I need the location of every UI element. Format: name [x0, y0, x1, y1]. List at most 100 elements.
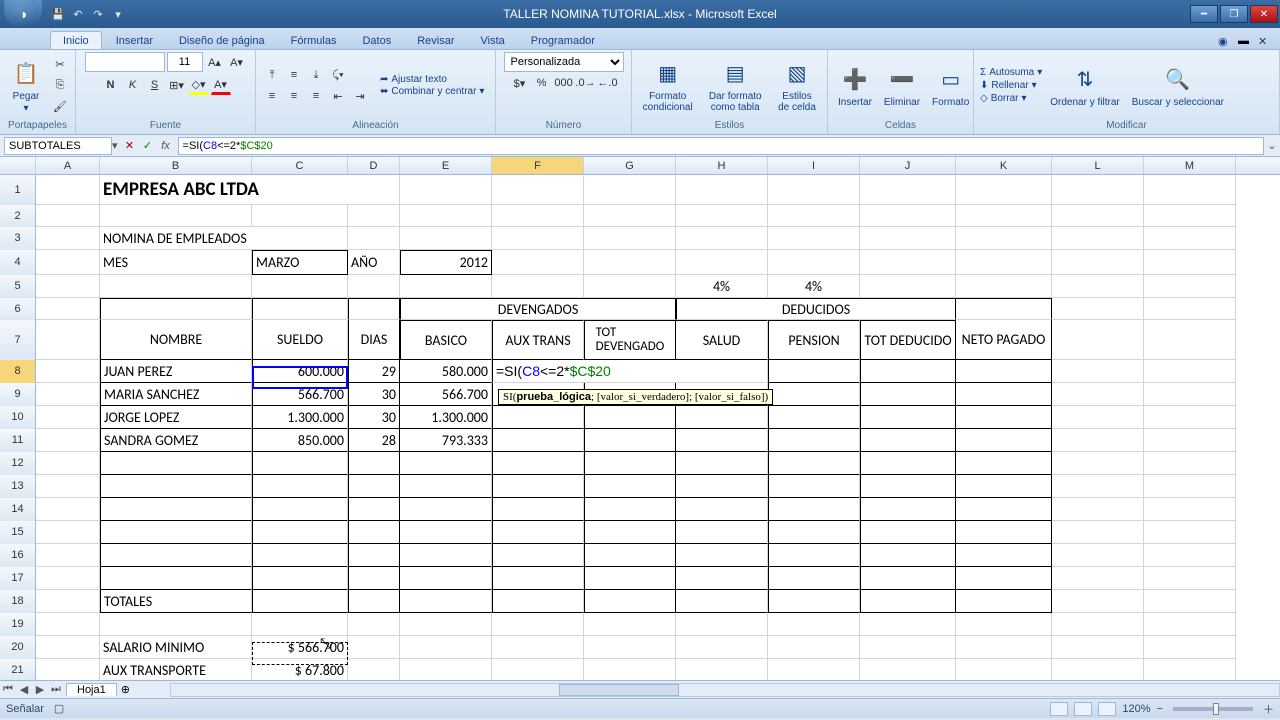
- cell[interactable]: [36, 636, 100, 659]
- cell[interactable]: [676, 521, 768, 544]
- cell[interactable]: [768, 636, 860, 659]
- cell[interactable]: [860, 590, 956, 613]
- cell[interactable]: [676, 567, 768, 590]
- cell[interactable]: [860, 275, 956, 298]
- normal-view-icon[interactable]: [1050, 702, 1068, 716]
- cell[interactable]: [348, 475, 400, 498]
- tab-diseno[interactable]: Diseño de página: [167, 32, 277, 49]
- row-header[interactable]: 12: [0, 452, 36, 475]
- cell[interactable]: [956, 659, 1052, 680]
- cell[interactable]: [676, 452, 768, 475]
- cell[interactable]: [1144, 406, 1236, 429]
- col-I[interactable]: I: [768, 157, 860, 174]
- cell[interactable]: [36, 613, 100, 636]
- row-header[interactable]: 15: [0, 521, 36, 544]
- cell[interactable]: [1052, 498, 1144, 521]
- close-workbook-icon[interactable]: ✕: [1258, 35, 1272, 49]
- cell[interactable]: [768, 544, 860, 567]
- fx-icon[interactable]: fx: [158, 138, 174, 154]
- format-cells-button[interactable]: ▭Formato: [928, 62, 973, 110]
- cell[interactable]: [584, 544, 676, 567]
- cell[interactable]: [348, 544, 400, 567]
- cell[interactable]: [956, 250, 1052, 275]
- cell[interactable]: $ 67.800: [252, 659, 348, 680]
- font-combo[interactable]: [85, 52, 165, 72]
- cell[interactable]: [584, 205, 676, 227]
- row-header[interactable]: 4: [0, 250, 36, 275]
- col-L[interactable]: L: [1052, 157, 1144, 174]
- cell[interactable]: [768, 521, 860, 544]
- cell[interactable]: [400, 475, 492, 498]
- col-D[interactable]: D: [348, 157, 400, 174]
- cell[interactable]: [492, 659, 584, 680]
- cell[interactable]: [348, 275, 400, 298]
- align-bottom-icon[interactable]: ⤓: [306, 65, 326, 85]
- cell[interactable]: [252, 544, 348, 567]
- row-header[interactable]: 1: [0, 175, 36, 205]
- cell[interactable]: [36, 590, 100, 613]
- cell[interactable]: [36, 360, 100, 383]
- page-layout-view-icon[interactable]: [1074, 702, 1092, 716]
- cell[interactable]: [100, 613, 252, 636]
- row-header[interactable]: 16: [0, 544, 36, 567]
- formula-input[interactable]: =SI(C8<=2*$C$20: [178, 137, 1264, 155]
- cell[interactable]: [1144, 544, 1236, 567]
- cell[interactable]: 566.700: [400, 383, 492, 406]
- cell[interactable]: [1052, 521, 1144, 544]
- clear-button[interactable]: ◇ Borrar ▾: [980, 93, 1042, 104]
- col-H[interactable]: H: [676, 157, 768, 174]
- cell[interactable]: $ 566.700: [252, 636, 348, 659]
- cell[interactable]: [400, 521, 492, 544]
- cell[interactable]: [676, 544, 768, 567]
- cell[interactable]: JORGE LOPEZ: [100, 406, 252, 429]
- cell[interactable]: [676, 205, 768, 227]
- cell[interactable]: [676, 250, 768, 275]
- cell[interactable]: [860, 429, 956, 452]
- zoom-level[interactable]: 120%: [1122, 703, 1150, 715]
- cell[interactable]: [1144, 452, 1236, 475]
- page-break-view-icon[interactable]: [1098, 702, 1116, 716]
- insert-cells-button[interactable]: ➕Insertar: [834, 62, 876, 110]
- cell[interactable]: [400, 567, 492, 590]
- worksheet-grid[interactable]: A B C D E F G H I J K L M 1EMPRESA ABC L…: [0, 157, 1280, 680]
- col-M[interactable]: M: [1144, 157, 1236, 174]
- cell[interactable]: 1.300.000: [400, 406, 492, 429]
- cell[interactable]: [1052, 250, 1144, 275]
- tab-revisar[interactable]: Revisar: [405, 32, 466, 49]
- col-K[interactable]: K: [956, 157, 1052, 174]
- zoom-slider[interactable]: [1173, 707, 1253, 711]
- qat-dropdown-icon[interactable]: ▾: [110, 6, 126, 22]
- cell[interactable]: [400, 498, 492, 521]
- cell[interactable]: [1144, 475, 1236, 498]
- cell[interactable]: [584, 429, 676, 452]
- cell[interactable]: [348, 567, 400, 590]
- cell[interactable]: [676, 590, 768, 613]
- cell[interactable]: [768, 360, 860, 383]
- cell[interactable]: 4%: [676, 275, 768, 298]
- cell[interactable]: [492, 452, 584, 475]
- cell[interactable]: SALARIO MINIMO: [100, 636, 252, 659]
- cell[interactable]: [860, 613, 956, 636]
- cell[interactable]: [860, 498, 956, 521]
- cell[interactable]: [36, 452, 100, 475]
- cell[interactable]: [1144, 659, 1236, 680]
- sheet-tab-hoja1[interactable]: Hoja1: [66, 683, 117, 696]
- cell[interactable]: [100, 475, 252, 498]
- cell[interactable]: [1052, 275, 1144, 298]
- cell[interactable]: [252, 590, 348, 613]
- increase-indent-icon[interactable]: ⇥: [350, 86, 370, 106]
- cell[interactable]: [1144, 590, 1236, 613]
- cell[interactable]: [1052, 544, 1144, 567]
- cell[interactable]: [348, 498, 400, 521]
- cell[interactable]: [768, 205, 860, 227]
- row-header[interactable]: 17: [0, 567, 36, 590]
- cell[interactable]: [584, 590, 676, 613]
- align-right-icon[interactable]: ≡: [306, 86, 326, 106]
- cell-styles-button[interactable]: ▧Estilos de celda: [773, 56, 821, 115]
- cell[interactable]: [956, 175, 1052, 205]
- cell[interactable]: [36, 205, 100, 227]
- cell[interactable]: [584, 452, 676, 475]
- cell[interactable]: 30: [348, 383, 400, 406]
- cell[interactable]: [676, 659, 768, 680]
- cell[interactable]: [400, 636, 492, 659]
